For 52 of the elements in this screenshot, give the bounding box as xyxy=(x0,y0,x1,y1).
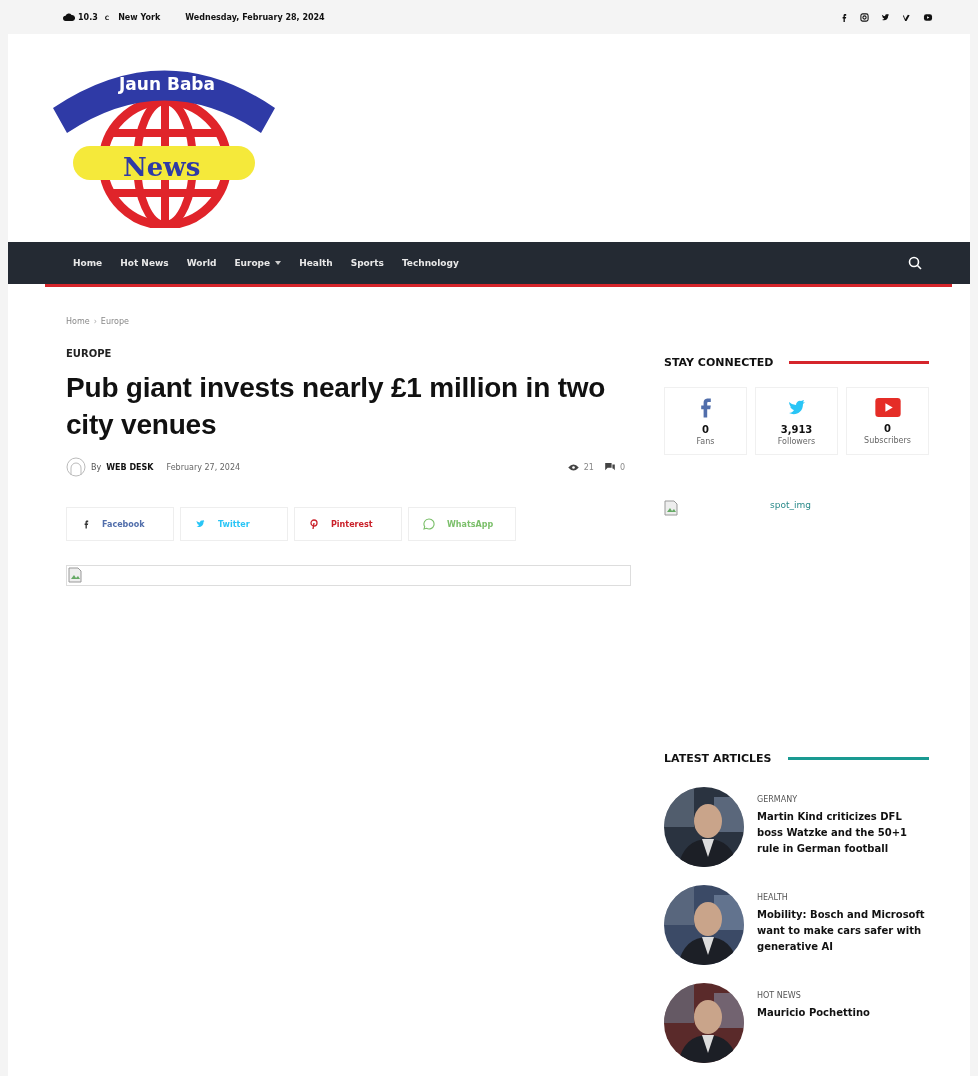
search-icon[interactable] xyxy=(908,256,922,270)
breadcrumb-link[interactable]: Europe xyxy=(100,317,129,326)
instagram-icon[interactable] xyxy=(860,12,869,22)
twitter-icon xyxy=(195,519,206,529)
nav-item[interactable]: Health xyxy=(290,258,342,268)
pinterest-icon xyxy=(309,519,319,529)
social-counter[interactable]: 0 Fans xyxy=(664,387,747,455)
nav-item[interactable]: Technology xyxy=(392,258,468,268)
section-title: STAY CONNECTED xyxy=(664,356,774,369)
logo-ribbon-text: Jaun Baba xyxy=(119,74,215,94)
youtube-icon[interactable] xyxy=(923,12,933,22)
facebook-icon xyxy=(699,398,712,418)
vimeo-icon[interactable] xyxy=(902,12,911,22)
post-title[interactable]: Mobility: Bosch and Microsoft want to make cars safer with generative AI xyxy=(757,907,927,955)
image-alt-text: spot_img xyxy=(770,500,811,510)
view-count: 21 xyxy=(583,462,594,472)
logo[interactable]: Jaun Baba News xyxy=(53,48,283,228)
author-link[interactable]: WEB DESK xyxy=(106,462,154,472)
nav-item[interactable]: World xyxy=(177,258,226,268)
city: New York xyxy=(118,12,161,22)
byline: By xyxy=(91,462,102,472)
broken-image-icon xyxy=(664,500,678,516)
eye-icon xyxy=(567,463,579,471)
broken-image-icon xyxy=(68,567,82,583)
weather-icon xyxy=(63,12,75,22)
article-title: Pub giant invests nearly £1 million in two city venues xyxy=(66,371,607,442)
post-category[interactable]: HEALTH xyxy=(757,893,927,902)
post-category[interactable]: HOT NEWS xyxy=(757,991,927,1000)
post-title[interactable]: Martin Kind criticizes DFL boss Watzke and the 50+1 rule in German football xyxy=(757,809,927,857)
breadcrumb-link[interactable]: Home xyxy=(66,317,90,326)
post-title[interactable]: Mauricio Pochettino xyxy=(757,1005,927,1021)
social-counter[interactable]: 0 Subscribers xyxy=(846,387,929,455)
comment-count: 0 xyxy=(619,462,625,472)
article-date: February 27, 2024 xyxy=(166,462,241,472)
avatar-icon xyxy=(66,457,86,477)
nav-item[interactable]: Sports xyxy=(341,258,393,268)
share-button[interactable]: Facebook xyxy=(66,507,174,541)
section-title: LATEST ARTICLES xyxy=(664,752,772,765)
nav-item[interactable]: Home xyxy=(64,258,112,268)
youtube-icon xyxy=(874,398,901,417)
comment-icon xyxy=(604,463,615,471)
twitter-icon[interactable] xyxy=(881,12,890,22)
breadcrumb-separator: › xyxy=(93,317,97,326)
temperature: 10.3 xyxy=(78,12,98,22)
post-category[interactable]: GERMANY xyxy=(757,795,927,804)
nav-item[interactable]: Europe xyxy=(225,258,291,268)
social-counter[interactable]: 3,913 Followers xyxy=(755,387,838,455)
share-button[interactable]: Pinterest xyxy=(294,507,402,541)
logo-banner-text: News xyxy=(123,152,201,182)
nav-item[interactable]: Hot News xyxy=(111,258,178,268)
date: Wednesday, February 28, 2024 xyxy=(185,12,325,22)
category-link[interactable]: EUROPE xyxy=(66,348,631,359)
